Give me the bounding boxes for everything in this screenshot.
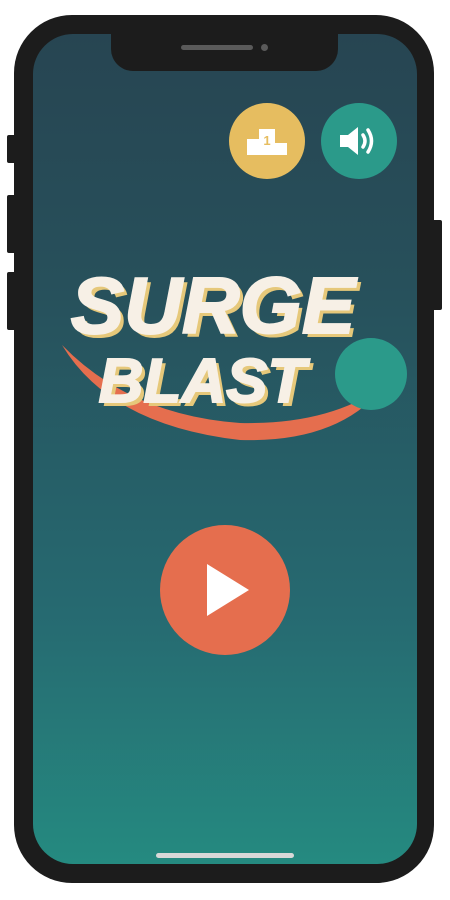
side-button-volume-up [7,195,17,253]
side-button-volume-down [7,272,17,330]
notch [111,33,338,71]
sound-toggle-button[interactable] [321,103,397,179]
logo-title-line-1: SURGE [71,261,358,350]
play-icon [207,564,249,616]
side-button-mute [7,135,17,163]
podium-icon: 1 [247,129,287,155]
home-indicator[interactable] [156,853,294,858]
game-logo: SURGE SURGE BLAST BLAST [62,260,407,441]
front-camera [261,44,268,51]
earpiece-speaker [181,45,253,50]
leaderboard-rank-label: 1 [263,133,270,148]
logo-title-line-2: BLAST [99,347,311,416]
speaker-volume-icon [340,127,374,155]
play-button[interactable] [160,525,290,655]
leaderboard-button[interactable]: 1 [229,103,305,179]
side-button-power [432,220,442,310]
logo-ball [335,338,407,410]
